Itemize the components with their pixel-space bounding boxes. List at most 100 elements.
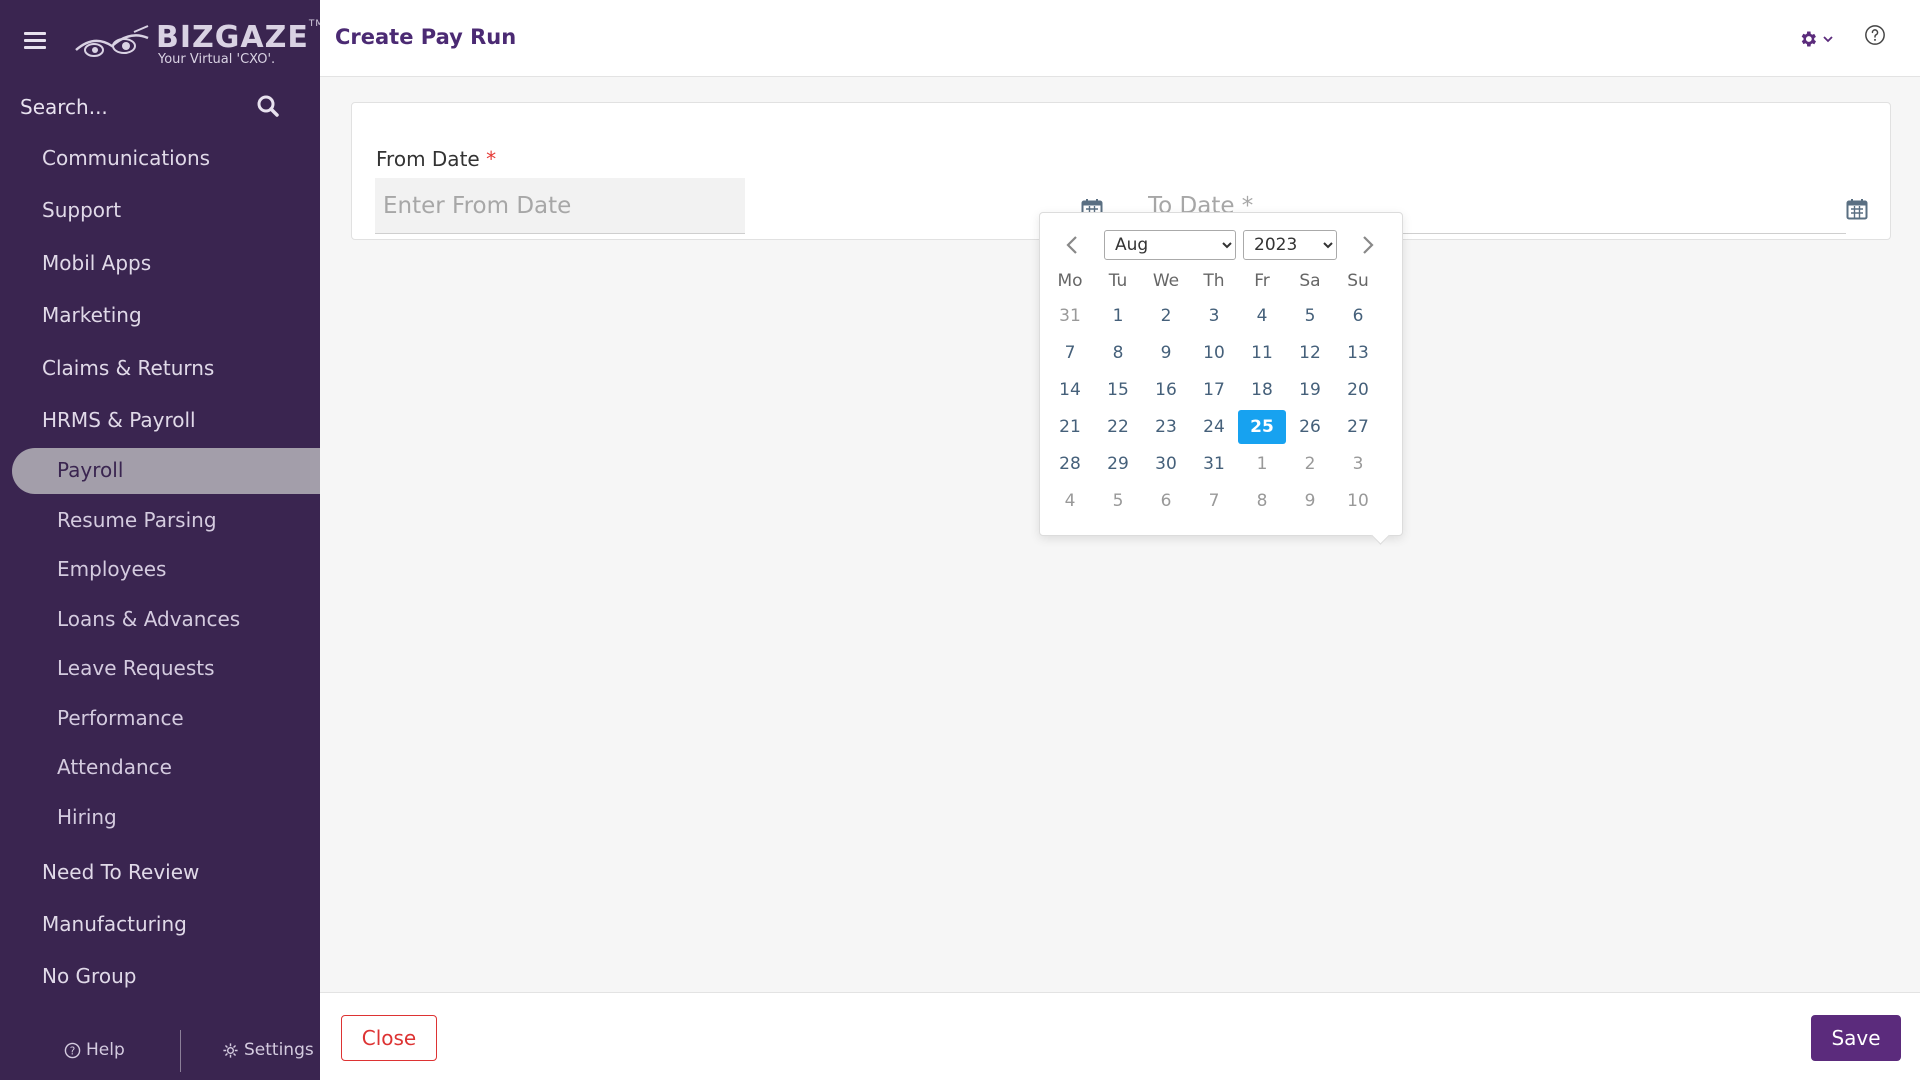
sidebar-item-manufacturing[interactable]: Manufacturing <box>42 912 187 936</box>
datepicker-pointer <box>1371 526 1390 545</box>
day-cell[interactable]: 10 <box>1190 336 1238 370</box>
sidebar-subitem-leave-requests[interactable]: Leave Requests <box>57 656 215 680</box>
day-cell[interactable]: 1 <box>1238 447 1286 481</box>
save-button[interactable]: Save <box>1811 1015 1901 1061</box>
settings-dropdown-button[interactable] <box>1798 26 1838 52</box>
sidebar-subitem-performance[interactable]: Performance <box>57 706 184 730</box>
day-cell[interactable]: 29 <box>1094 447 1142 481</box>
day-cell[interactable]: 13 <box>1334 336 1382 370</box>
day-cell[interactable]: 31 <box>1046 299 1094 333</box>
day-cell[interactable]: 12 <box>1286 336 1334 370</box>
day-cell[interactable]: 14 <box>1046 373 1094 407</box>
day-cell[interactable]: 21 <box>1046 410 1094 444</box>
settings-label: Settings <box>244 1040 314 1060</box>
day-cell[interactable]: 8 <box>1094 336 1142 370</box>
help-icon: ? <box>64 1042 81 1058</box>
month-select[interactable]: JanFebMarAprMayJunJulAugSepOctNovDec <box>1104 230 1236 260</box>
day-cell[interactable]: 15 <box>1094 373 1142 407</box>
weekday-header: Mo <box>1057 271 1083 291</box>
day-cell[interactable]: 2 <box>1286 447 1334 481</box>
gear-icon <box>223 1042 238 1058</box>
day-cell[interactable]: 18 <box>1238 373 1286 407</box>
chevron-down-icon <box>1823 36 1833 43</box>
day-cell[interactable]: 28 <box>1046 447 1094 481</box>
day-cell[interactable]: 5 <box>1094 484 1142 518</box>
day-cell[interactable]: 1 <box>1094 299 1142 333</box>
sidebar-subitem-attendance[interactable]: Attendance <box>57 755 172 779</box>
sidebar-item-marketing[interactable]: Marketing <box>42 303 142 327</box>
settings-link[interactable]: Settings <box>222 1040 314 1060</box>
day-cell[interactable]: 2 <box>1142 299 1190 333</box>
day-cell[interactable]: 10 <box>1334 484 1382 518</box>
hamburger-menu-icon[interactable] <box>24 32 46 50</box>
day-cell[interactable]: 24 <box>1190 410 1238 444</box>
weekday-header: Th <box>1203 271 1225 291</box>
day-cell[interactable]: 4 <box>1046 484 1094 518</box>
sidebar-subitem-payroll[interactable]: Payroll <box>12 448 320 494</box>
day-cell[interactable]: 17 <box>1190 373 1238 407</box>
help-circle-icon[interactable] <box>1864 24 1886 46</box>
datepicker-popup: JanFebMarAprMayJunJulAugSepOctNovDec 202… <box>1039 212 1403 545</box>
day-cell[interactable]: 19 <box>1286 373 1334 407</box>
day-cell[interactable]: 6 <box>1142 484 1190 518</box>
sidebar-footer: ? Help Settings <box>0 1020 320 1080</box>
day-cell[interactable]: 31 <box>1190 447 1238 481</box>
sidebar-subitem-resume-parsing[interactable]: Resume Parsing <box>57 508 217 532</box>
weekday-header: Sa <box>1299 271 1321 291</box>
day-cell[interactable]: 16 <box>1142 373 1190 407</box>
day-cell[interactable]: 4 <box>1238 299 1286 333</box>
selected-day-cell[interactable]: 25 <box>1238 410 1286 444</box>
day-cell[interactable]: 3 <box>1334 447 1382 481</box>
day-cell[interactable]: 20 <box>1334 373 1382 407</box>
search-icon[interactable] <box>256 94 280 118</box>
owl-eyes-logo-icon <box>75 25 149 57</box>
from-date-input[interactable] <box>375 178 745 234</box>
sidebar-item-mobil-apps[interactable]: Mobil Apps <box>42 251 151 275</box>
day-cell[interactable]: 23 <box>1142 410 1190 444</box>
day-cell[interactable]: 30 <box>1142 447 1190 481</box>
day-cell[interactable]: 8 <box>1238 484 1286 518</box>
from-date-label: From Date * <box>376 147 497 171</box>
sidebar-subitem-employees[interactable]: Employees <box>57 557 166 581</box>
weekday-header: We <box>1152 271 1180 291</box>
sidebar-item-communications[interactable]: Communications <box>42 146 210 170</box>
day-cell[interactable]: 7 <box>1046 336 1094 370</box>
previous-month-icon[interactable] <box>1062 231 1082 259</box>
sidebar-item-no-group[interactable]: No Group <box>42 964 136 988</box>
weekday-header: Fr <box>1254 271 1270 291</box>
sidebar-item-support[interactable]: Support <box>42 198 121 222</box>
brand-name: BIZGAZETM <box>156 19 325 55</box>
sidebar-item-claims-returns[interactable]: Claims & Returns <box>42 356 214 380</box>
year-select[interactable]: 20212022202320242025 <box>1243 230 1337 260</box>
weekday-header: Su <box>1347 271 1369 291</box>
day-cell[interactable]: 5 <box>1286 299 1334 333</box>
sidebar-subitem-loans-advances[interactable]: Loans & Advances <box>57 607 240 631</box>
day-cell[interactable]: 11 <box>1238 336 1286 370</box>
help-link[interactable]: ? Help <box>64 1040 125 1060</box>
next-month-icon[interactable] <box>1358 231 1378 259</box>
search-input[interactable] <box>18 90 252 124</box>
footer-divider <box>180 1030 181 1072</box>
day-cell[interactable]: 22 <box>1094 410 1142 444</box>
day-cell[interactable]: 27 <box>1334 410 1382 444</box>
page-header: Create Pay Run <box>320 0 1920 77</box>
help-label: Help <box>86 1040 125 1060</box>
weekday-header: Tu <box>1108 271 1128 291</box>
sidebar: BIZGAZETM Your Virtual 'CXO'. Communicat… <box>0 0 323 1080</box>
sidebar-subitem-label: Payroll <box>57 458 124 482</box>
svg-text:?: ? <box>70 1045 76 1057</box>
day-cell[interactable]: 3 <box>1190 299 1238 333</box>
main-content: From Date * JanFebMarAprMayJunJulAugSepO… <box>320 77 1920 992</box>
gear-icon <box>1801 31 1816 47</box>
close-button[interactable]: Close <box>341 1015 437 1061</box>
day-cell[interactable]: 26 <box>1286 410 1334 444</box>
sidebar-item-hrms-payroll[interactable]: HRMS & Payroll <box>42 408 196 432</box>
to-date-calendar-icon[interactable] <box>1846 198 1868 220</box>
day-cell[interactable]: 9 <box>1286 484 1334 518</box>
day-cell[interactable]: 9 <box>1142 336 1190 370</box>
day-cell[interactable]: 7 <box>1190 484 1238 518</box>
bizgaze-logo[interactable]: BIZGAZETM Your Virtual 'CXO'. <box>74 19 323 70</box>
sidebar-item-need-to-review[interactable]: Need To Review <box>42 860 199 884</box>
day-cell[interactable]: 6 <box>1334 299 1382 333</box>
sidebar-subitem-hiring[interactable]: Hiring <box>57 805 117 829</box>
